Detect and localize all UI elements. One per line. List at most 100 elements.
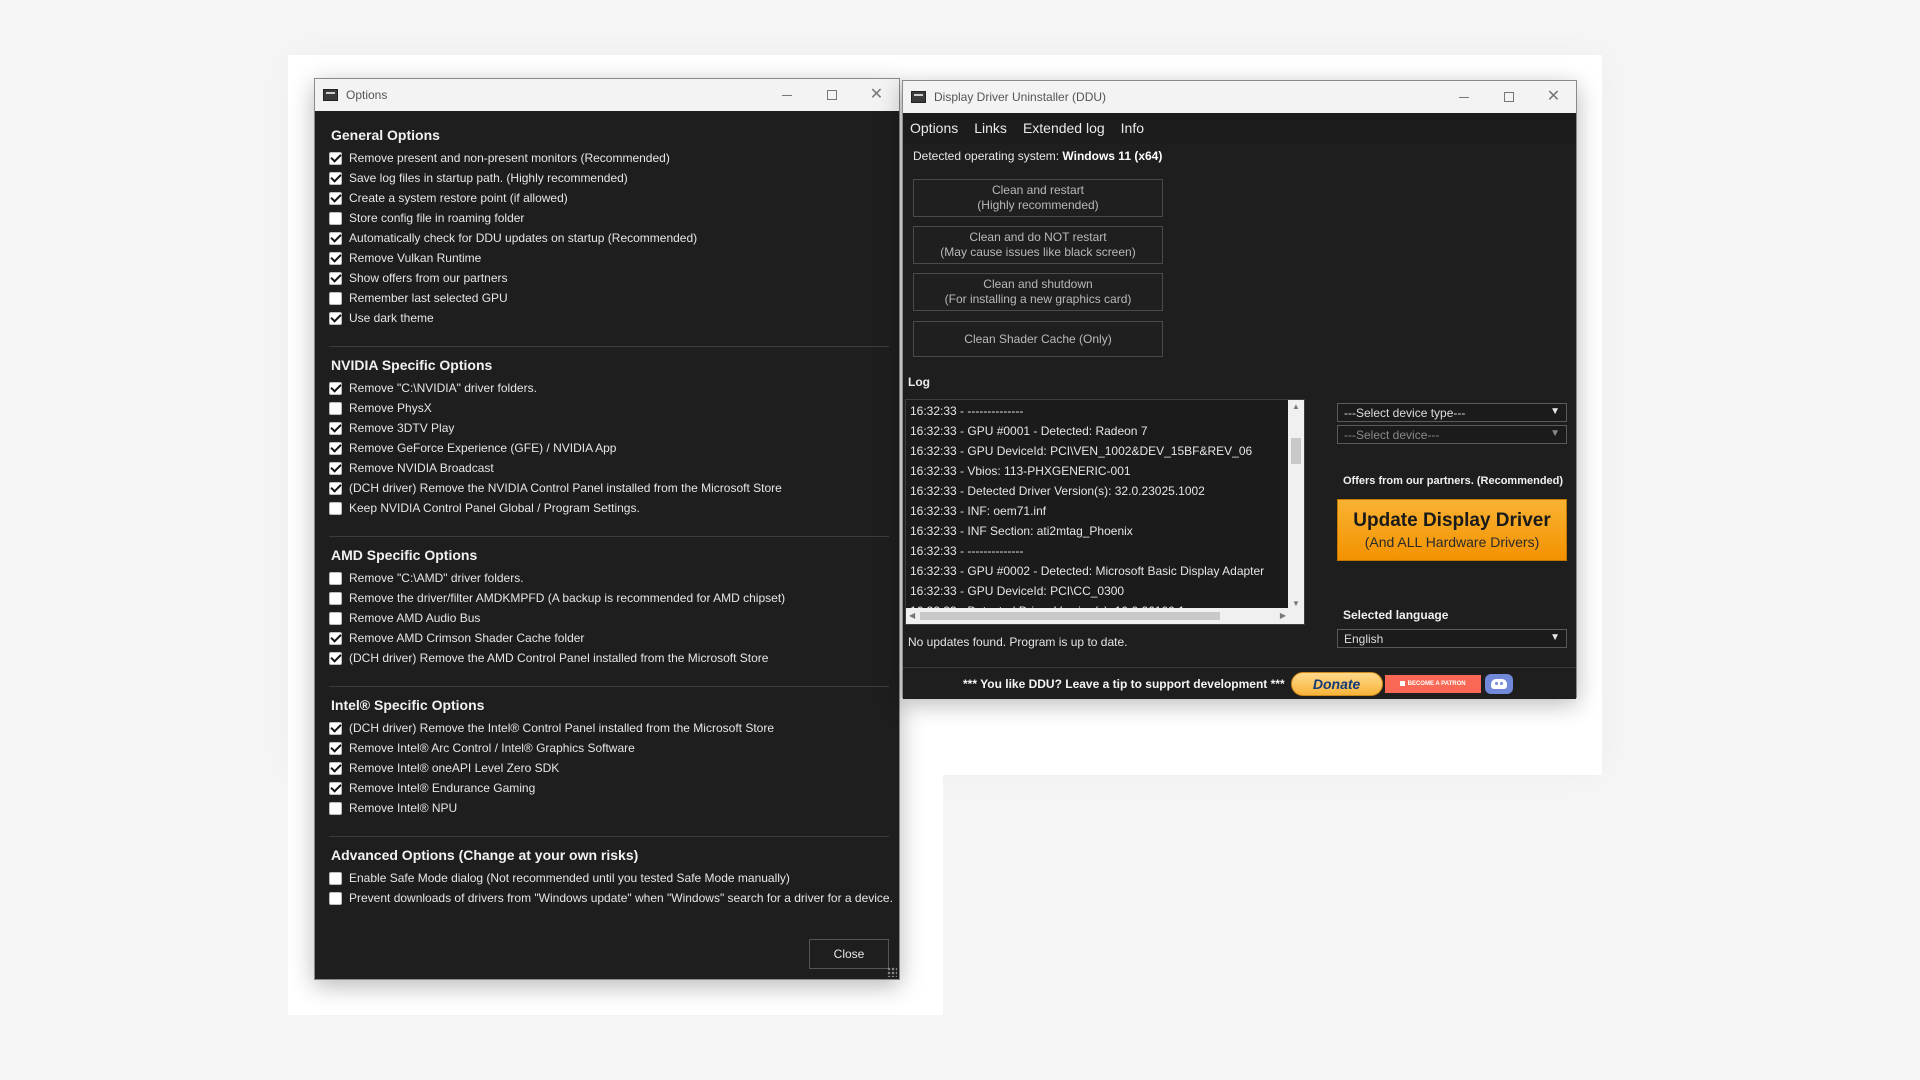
donate-button[interactable]: Donate (1290, 671, 1383, 696)
checkbox-checked[interactable] (329, 381, 342, 395)
clean-and-shutdown-button[interactable]: Clean and shutdown (For installing a new… (913, 273, 1163, 311)
resize-grip-icon[interactable] (887, 967, 897, 977)
update-display-driver-button[interactable]: Update Display Driver (And ALL Hardware … (1337, 499, 1567, 561)
option-checkbox-row[interactable]: Remove 3DTV Play (329, 418, 889, 438)
device-type-select[interactable]: ---Select device type--- ▼ (1337, 403, 1567, 422)
scroll-down-icon[interactable]: ▼ (1292, 599, 1300, 608)
checkbox-unchecked[interactable] (329, 571, 342, 585)
checkbox-unchecked[interactable] (329, 591, 342, 605)
checkbox-checked[interactable] (329, 651, 342, 665)
option-checkbox-row[interactable]: Remove AMD Audio Bus (329, 608, 889, 628)
scroll-thumb[interactable] (920, 612, 1220, 620)
checkbox-checked[interactable] (329, 271, 342, 285)
scroll-right-icon[interactable]: ▶ (1280, 611, 1286, 620)
clean-and-restart-button[interactable]: Clean and restart (Highly recommended) (913, 179, 1163, 217)
option-checkbox-row[interactable]: Remove NVIDIA Broadcast (329, 458, 889, 478)
close-window-button[interactable]: ✕ (1531, 81, 1576, 113)
log-line: 16:32:33 - GPU #0001 - Detected: Radeon … (910, 424, 1148, 438)
option-checkbox-row[interactable]: Keep NVIDIA Control Panel Global / Progr… (329, 498, 889, 518)
minimize-button[interactable] (764, 79, 809, 111)
minimize-button[interactable] (1441, 81, 1486, 113)
option-label: Remove Intel® Arc Control / Intel® Graph… (349, 741, 635, 755)
maximize-button[interactable] (1486, 81, 1531, 113)
patreon-button[interactable]: BECOME A PATRON (1384, 674, 1481, 693)
close-window-button[interactable]: ✕ (854, 79, 899, 111)
checkbox-checked[interactable] (329, 461, 342, 475)
option-checkbox-row[interactable]: Remove present and non-present monitors … (329, 148, 889, 168)
option-checkbox-row[interactable]: (DCH driver) Remove the NVIDIA Control P… (329, 478, 889, 498)
log-line: 16:32:33 - -------------- (910, 404, 1024, 418)
option-checkbox-row[interactable]: Remove "C:\AMD" driver folders. (329, 568, 889, 588)
ddu-titlebar[interactable]: Display Driver Uninstaller (DDU) ✕ (903, 81, 1576, 113)
option-label: Store config file in roaming folder (349, 211, 525, 225)
checkbox-unchecked[interactable] (329, 891, 342, 905)
option-label: Remove "C:\NVIDIA" driver folders. (349, 381, 537, 395)
option-checkbox-row[interactable]: Save log files in startup path. (Highly … (329, 168, 889, 188)
checkbox-checked[interactable] (329, 481, 342, 495)
option-checkbox-row[interactable]: Remove the driver/filter AMDKMPFD (A bac… (329, 588, 889, 608)
checkbox-checked[interactable] (329, 251, 342, 265)
option-checkbox-row[interactable]: Remove Intel® NPU (329, 798, 889, 818)
close-button[interactable]: Close (809, 939, 889, 969)
option-checkbox-row[interactable]: Enable Safe Mode dialog (Not recommended… (329, 868, 889, 888)
language-select[interactable]: English ▼ (1337, 629, 1567, 648)
checkbox-checked[interactable] (329, 741, 342, 755)
checkbox-checked[interactable] (329, 171, 342, 185)
checkbox-checked[interactable] (329, 151, 342, 165)
option-checkbox-row[interactable]: Remove Intel® Arc Control / Intel® Graph… (329, 738, 889, 758)
checkbox-checked[interactable] (329, 761, 342, 775)
checkbox-checked[interactable] (329, 721, 342, 735)
checkbox-unchecked[interactable] (329, 291, 342, 305)
scroll-thumb[interactable] (1291, 438, 1301, 464)
menu-info[interactable]: Info (1121, 120, 1144, 136)
options-titlebar[interactable]: Options ✕ (315, 79, 899, 111)
checkbox-checked[interactable] (329, 631, 342, 645)
option-checkbox-row[interactable]: Remove PhysX (329, 398, 889, 418)
log-box[interactable]: 16:32:33 - -------------- 16:32:33 - GPU … (905, 399, 1305, 625)
log-vertical-scrollbar[interactable]: ▲ ▼ (1288, 400, 1304, 610)
option-checkbox-row[interactable]: Store config file in roaming folder (329, 208, 889, 228)
checkbox-unchecked[interactable] (329, 801, 342, 815)
menu-links[interactable]: Links (974, 120, 1007, 136)
checkbox-unchecked[interactable] (329, 401, 342, 415)
maximize-button[interactable] (809, 79, 854, 111)
menu-options[interactable]: Options (910, 120, 958, 136)
option-label: Remove PhysX (349, 401, 432, 415)
option-label: Remove 3DTV Play (349, 421, 455, 435)
checkbox-unchecked[interactable] (329, 211, 342, 225)
option-checkbox-row[interactable]: (DCH driver) Remove the Intel® Control P… (329, 718, 889, 738)
option-checkbox-row[interactable]: Remove Vulkan Runtime (329, 248, 889, 268)
option-checkbox-row[interactable]: Remember last selected GPU (329, 288, 889, 308)
checkbox-checked[interactable] (329, 441, 342, 455)
option-checkbox-row[interactable]: Create a system restore point (if allowe… (329, 188, 889, 208)
checkbox-checked[interactable] (329, 781, 342, 795)
device-select[interactable]: ---Select device--- ▼ (1337, 425, 1567, 444)
clean-no-restart-button[interactable]: Clean and do NOT restart (May cause issu… (913, 226, 1163, 264)
checkbox-checked[interactable] (329, 191, 342, 205)
option-checkbox-row[interactable]: Use dark theme (329, 308, 889, 328)
option-checkbox-row[interactable]: Remove Intel® Endurance Gaming (329, 778, 889, 798)
menu-bar: Options Links Extended log Info (903, 113, 1576, 143)
option-checkbox-row[interactable]: Remove "C:\NVIDIA" driver folders. (329, 378, 889, 398)
discord-button[interactable] (1484, 673, 1513, 694)
checkbox-unchecked[interactable] (329, 611, 342, 625)
checkbox-unchecked[interactable] (329, 501, 342, 515)
option-checkbox-row[interactable]: Remove GeForce Experience (GFE) / NVIDIA… (329, 438, 889, 458)
checkbox-checked[interactable] (329, 421, 342, 435)
checkbox-checked[interactable] (329, 311, 342, 325)
option-checkbox-row[interactable]: Remove Intel® oneAPI Level Zero SDK (329, 758, 889, 778)
option-checkbox-row[interactable]: Remove AMD Crimson Shader Cache folder (329, 628, 889, 648)
scroll-up-icon[interactable]: ▲ (1292, 402, 1300, 411)
scroll-left-icon[interactable]: ◀ (909, 611, 915, 620)
checkbox-unchecked[interactable] (329, 871, 342, 885)
option-checkbox-row[interactable]: (DCH driver) Remove the AMD Control Pane… (329, 648, 889, 668)
clean-shader-cache-button[interactable]: Clean Shader Cache (Only) (913, 321, 1163, 357)
option-checkbox-row[interactable]: Show offers from our partners (329, 268, 889, 288)
option-checkbox-row[interactable]: Prevent downloads of drivers from "Windo… (329, 888, 893, 908)
maximize-icon (1503, 92, 1514, 102)
checkbox-checked[interactable] (329, 231, 342, 245)
log-horizontal-scrollbar[interactable]: ◀ ▶ (906, 608, 1304, 624)
menu-extended-log[interactable]: Extended log (1023, 120, 1105, 136)
options-window: Options ✕ General Options Remove present … (314, 78, 900, 980)
option-checkbox-row[interactable]: Automatically check for DDU updates on s… (329, 228, 889, 248)
